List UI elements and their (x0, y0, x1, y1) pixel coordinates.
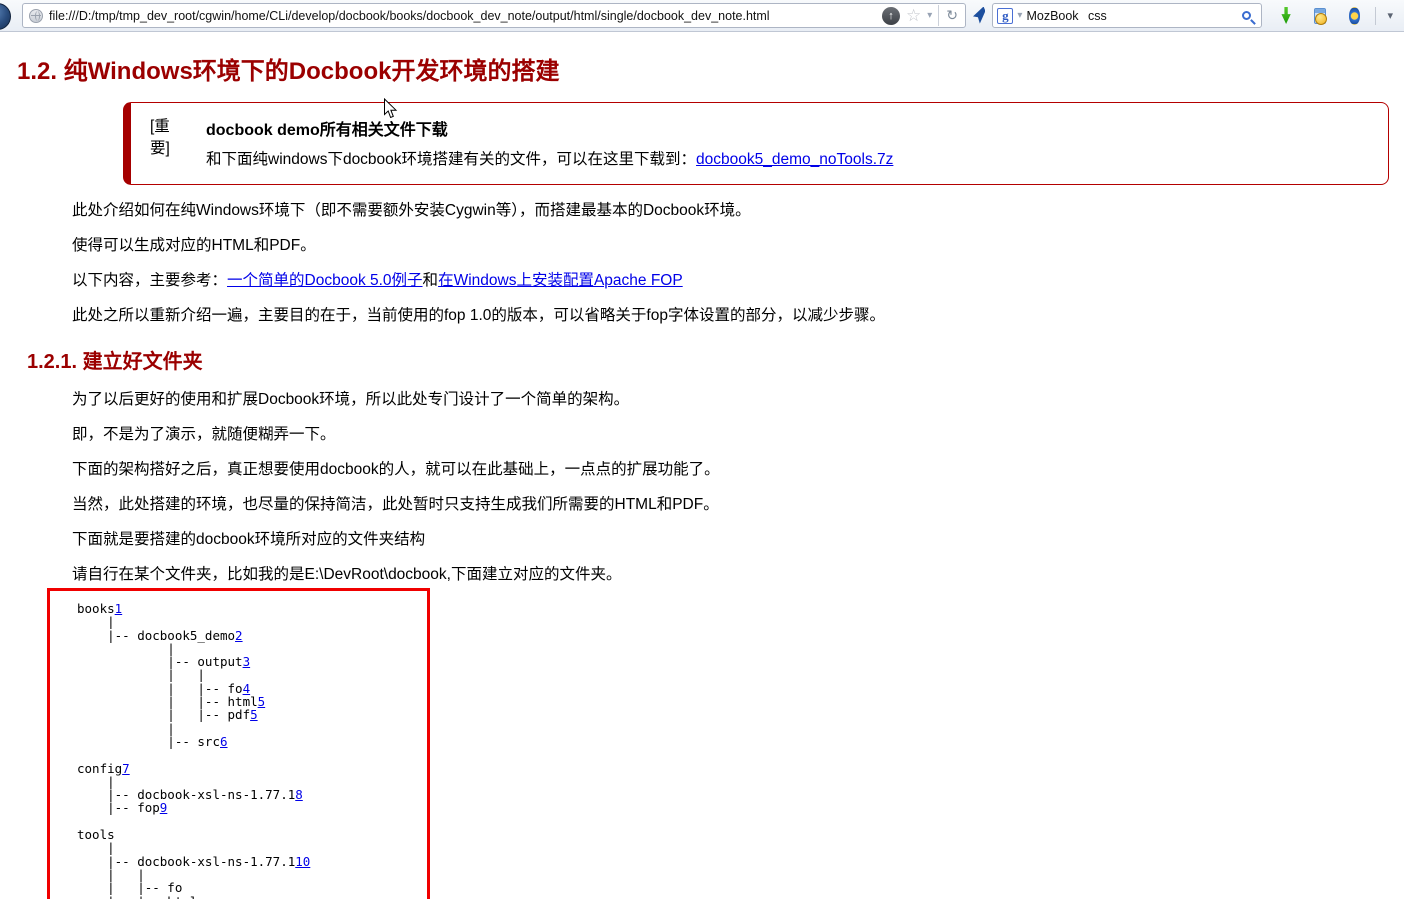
reference-middle: 和 (422, 272, 439, 289)
apache-fop-link[interactable]: 在Windows上安装配置Apache FOP (438, 272, 683, 289)
tree-line: | |-- fo4 (77, 680, 251, 696)
important-content: docbook demo所有相关文件下载 和下面纯windows下docbook… (206, 116, 893, 169)
go-up-icon[interactable]: ↑ (881, 6, 900, 25)
bookmark-plane-icon[interactable] (973, 6, 986, 24)
footnote-link[interactable]: 1 (115, 601, 123, 616)
tree-line: |-- docbook-xsl-ns-1.77.18 (77, 787, 303, 803)
url-dropdown-icon[interactable]: ▾ (927, 10, 932, 21)
paragraph: 此处介绍如何在纯Windows环境下（即不需要额外安装Cygwin等），而搭建最… (72, 202, 751, 219)
tree-line: |-- docbook-xsl-ns-1.77.110 (77, 853, 311, 869)
bookmark-star-icon[interactable]: ☆ (906, 7, 921, 24)
addon-badge-icon[interactable] (1348, 6, 1360, 25)
tree-line: | |-- html5 (77, 694, 266, 710)
footnote-link[interactable]: 2 (235, 628, 243, 643)
footnote-link[interactable]: 8 (295, 787, 303, 802)
paragraph: 此处之所以重新介绍一遍，主要目的在于，当前使用的fop 1.0的版本，可以省略关… (72, 307, 885, 324)
tree-line: |-- output3 (77, 654, 251, 670)
tree-line (77, 748, 427, 761)
reference-prefix: 以下内容，主要参考： (72, 272, 228, 289)
paragraph: 请自行在某个文件夹，比如我的是E:\DevRoot\docbook,下面建立对应… (72, 566, 622, 583)
important-body-text: 和下面纯windows下docbook环境搭建有关的文件，可以在这里下载到： (206, 151, 697, 168)
search-icon[interactable] (1242, 11, 1252, 20)
tree-line: | (77, 614, 115, 630)
search-bar[interactable]: g ▾ MozBook css (992, 3, 1263, 28)
paragraph: 使得可以生成对应的HTML和PDF。 (72, 237, 316, 254)
browser-toolbar: file:///D:/tmp/tmp_dev_root/cgwin/home/C… (0, 0, 1404, 32)
paragraph: 即，不是为了演示，就随便糊弄一下。 (72, 426, 336, 443)
tree-line: | |-- fo (77, 880, 183, 896)
search-input[interactable]: MozBook css (1026, 9, 1238, 23)
engine-dropdown-icon[interactable]: ▾ (1017, 10, 1022, 21)
tree-line: | (77, 840, 115, 856)
tree-line: | |-- pdf5 (77, 707, 258, 723)
section-heading: 1.2. 纯Windows环境下的Docbook开发环境的搭建 (17, 58, 560, 85)
subsection-heading: 1.2.1. 建立好文件夹 (27, 351, 203, 373)
important-title: docbook demo所有相关文件下载 (206, 122, 448, 139)
tree-line: config7 (77, 760, 130, 776)
overflow-dropdown-icon[interactable]: ▾ (1384, 9, 1396, 22)
tree-line: | (77, 640, 175, 656)
tree-line: | | (77, 866, 145, 882)
tree-listing: books1 | |-- docbook5_demo2 | |-- output… (77, 602, 427, 899)
tree-line: |-- docbook5_demo2 (77, 627, 243, 643)
footnote-link[interactable]: 9 (160, 800, 168, 815)
docbook-example-link[interactable]: 一个简单的Docbook 5.0例子 (227, 272, 423, 289)
downloads-icon[interactable] (1281, 7, 1291, 24)
url-input[interactable]: file:///D:/tmp/tmp_dev_root/cgwin/home/C… (49, 9, 876, 23)
url-bar[interactable]: file:///D:/tmp/tmp_dev_root/cgwin/home/C… (22, 3, 966, 28)
tree-line: | |-- html (77, 894, 427, 899)
tree-line: tools (77, 827, 115, 843)
document-page: 1.2. 纯Windows环境下的Docbook开发环境的搭建 [重要] doc… (0, 51, 1404, 899)
google-engine-icon[interactable]: g (997, 7, 1014, 24)
important-admonition: [重要] docbook demo所有相关文件下载 和下面纯windows下do… (123, 102, 1389, 185)
footnote-link[interactable]: 10 (295, 854, 310, 869)
footnote-link[interactable]: 5 (258, 694, 266, 709)
tree-line: | | (77, 667, 205, 683)
toolbar-divider (1374, 6, 1376, 25)
important-label: [重要] (150, 118, 170, 158)
tree-line: | (77, 773, 115, 789)
mouse-cursor (384, 98, 398, 119)
tree-line (77, 815, 427, 828)
reference-paragraph: 以下内容，主要参考：一个简单的Docbook 5.0例子和在Windows上安装… (72, 272, 1404, 290)
paragraph: 当然，此处搭建的环境，也尽量的保持简洁，此处暂时只支持生成我们所需要的HTML和… (72, 496, 719, 513)
addon-window-icon[interactable] (1313, 7, 1327, 25)
footnote-link[interactable]: 7 (122, 761, 130, 776)
paragraph: 下面的架构搭好之后，真正想要使用docbook的人，就可以在此基础上，一点点的扩… (72, 461, 720, 478)
download-7z-link[interactable]: docbook5_demo_noTools.7z (696, 151, 893, 168)
important-body: 和下面纯windows下docbook环境搭建有关的文件，可以在这里下载到：do… (206, 147, 893, 169)
folder-tree-box: books1 | |-- docbook5_demo2 | |-- output… (47, 588, 430, 899)
footnote-link[interactable]: 6 (220, 734, 228, 749)
tree-line: | (77, 720, 175, 736)
footnote-link[interactable]: 5 (250, 707, 258, 722)
tree-line: books1 (77, 601, 123, 616)
tree-line: |-- src6 (77, 733, 228, 749)
paragraph: 下面就是要搭建的docbook环境所对应的文件夹结构 (72, 531, 426, 548)
globe-icon (29, 8, 43, 23)
reload-icon[interactable]: ↻ (938, 5, 963, 26)
tree-line: |-- fop9 (77, 800, 168, 816)
footnote-link[interactable]: 3 (243, 654, 251, 669)
paragraph: 为了以后更好的使用和扩展Docbook环境，所以此处专门设计了一个简单的架构。 (72, 391, 630, 408)
back-button[interactable] (0, 3, 11, 30)
